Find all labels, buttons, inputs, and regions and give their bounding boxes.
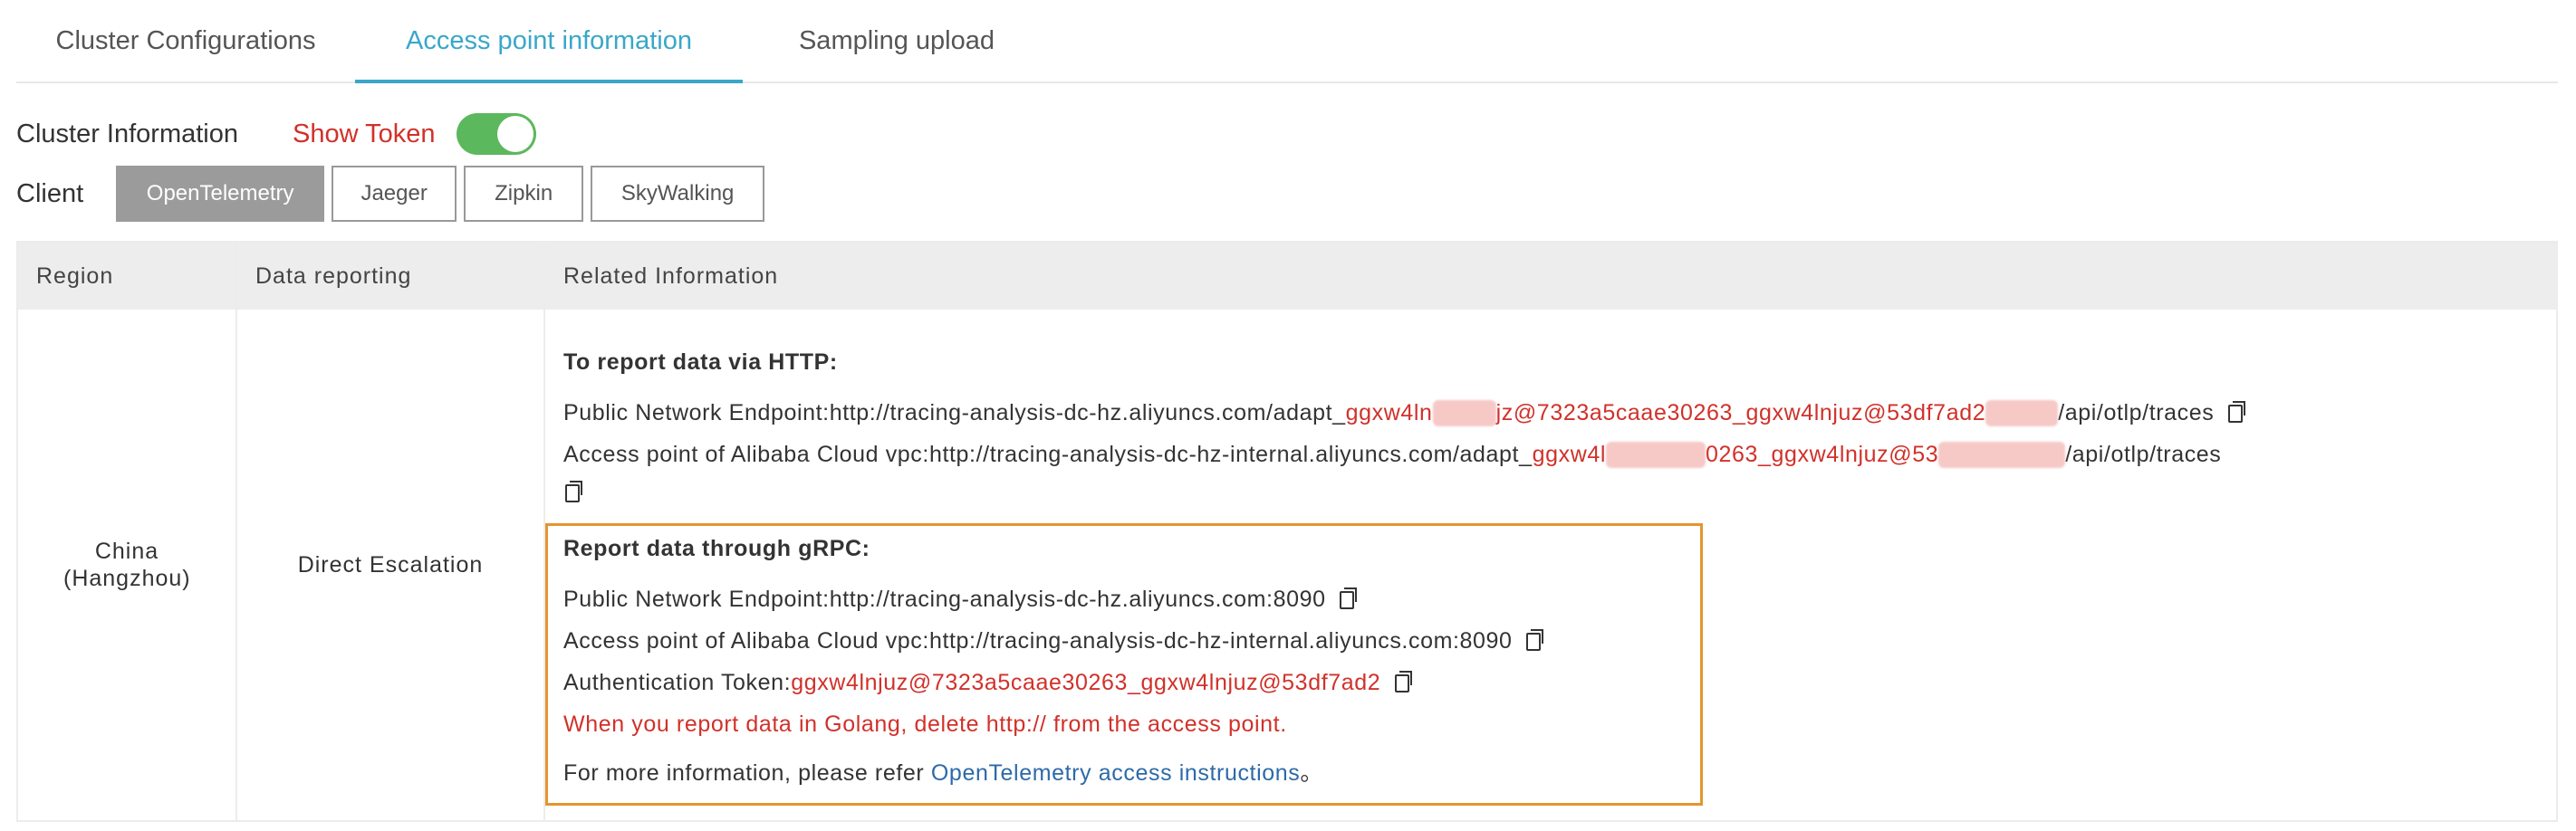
client-opentelemetry-button[interactable]: OpenTelemetry <box>116 166 325 222</box>
http-section-title: To report data via HTTP: <box>563 349 838 375</box>
client-skywalking-button[interactable]: SkyWalking <box>591 166 765 222</box>
tab-sampling-upload[interactable]: Sampling upload <box>743 0 1051 81</box>
http-public-prefix: Public Network Endpoint:http://tracing-a… <box>563 400 1346 425</box>
copy-icon[interactable] <box>2227 401 2245 424</box>
redacted-segment: xx <box>1938 442 2066 468</box>
show-token-label: Show Token <box>293 119 436 148</box>
client-zipkin-button[interactable]: Zipkin <box>464 166 584 222</box>
redacted-segment: xx <box>1606 442 1706 468</box>
http-vpc-suffix: /api/otlp/traces <box>2065 442 2222 467</box>
tab-cluster-configurations[interactable]: Cluster Configurations <box>16 0 355 81</box>
http-vpc-copy-row <box>563 480 582 506</box>
access-point-page: Cluster Configurations Access point info… <box>0 0 2576 831</box>
http-vpc-endpoint: Access point of Alibaba Cloud vpc:http:/… <box>563 442 2221 468</box>
tab-bar: Cluster Configurations Access point info… <box>16 0 2558 83</box>
client-jaeger-button[interactable]: Jaeger <box>332 166 457 222</box>
toggle-knob <box>497 116 534 152</box>
region-cell: China (Hangzhou) <box>18 310 235 820</box>
redacted-segment: xx <box>1432 400 1496 426</box>
http-public-token-middle: jz@7323a5caae30263_ggxw4lnjuz@53df7ad2 <box>1495 400 1986 425</box>
tab-access-point-information[interactable]: Access point information <box>355 0 743 83</box>
redacted-segment: xx <box>1985 400 2059 426</box>
copy-icon[interactable] <box>565 481 582 503</box>
cluster-information-label: Cluster Information <box>16 119 238 148</box>
data-reporting-value: Direct Escalation <box>297 551 484 578</box>
show-token-toggle[interactable] <box>457 113 537 155</box>
http-public-token-start: ggxw4ln <box>1345 400 1433 425</box>
grpc-highlight-box <box>545 523 1703 806</box>
client-row: Client OpenTelemetry Jaeger Zipkin SkyWa… <box>16 165 772 223</box>
region-header: Region <box>36 263 114 289</box>
data-reporting-header: Data reporting <box>255 263 412 289</box>
data-reporting-cell: Direct Escalation <box>237 310 543 820</box>
cluster-info-row: Cluster Information Show Token <box>16 110 537 158</box>
client-label: Client <box>16 178 84 208</box>
http-vpc-prefix: Access point of Alibaba Cloud vpc:http:/… <box>563 442 1533 467</box>
http-public-endpoint: Public Network Endpoint:http://tracing-a… <box>563 400 2245 426</box>
http-vpc-token-middle: 0263_ggxw4lnjuz@53 <box>1706 442 1939 467</box>
related-information-header: Related Information <box>563 263 779 289</box>
http-vpc-token-start: ggxw4l <box>1532 442 1607 467</box>
http-public-suffix: /api/otlp/traces <box>2058 400 2215 425</box>
table-header: Region Data reporting Related Informatio… <box>18 243 2556 310</box>
region-value: China (Hangzhou) <box>63 539 191 591</box>
